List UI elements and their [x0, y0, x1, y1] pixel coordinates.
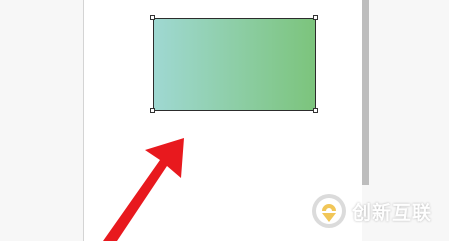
watermark: 创新互联: [310, 190, 432, 232]
resize-handle-bottom-right[interactable]: [313, 108, 318, 113]
resize-handle-top-left[interactable]: [150, 15, 155, 20]
canvas-area[interactable]: 创新互联: [0, 0, 449, 241]
watermark-text: 创新互联: [352, 201, 433, 224]
resize-handle-top-right[interactable]: [313, 15, 318, 20]
resize-handle-bottom-left[interactable]: [150, 108, 155, 113]
brand-logo-icon: [312, 194, 346, 228]
gradient-rectangle-shape[interactable]: [153, 18, 316, 111]
page-shadow: [362, 0, 369, 185]
